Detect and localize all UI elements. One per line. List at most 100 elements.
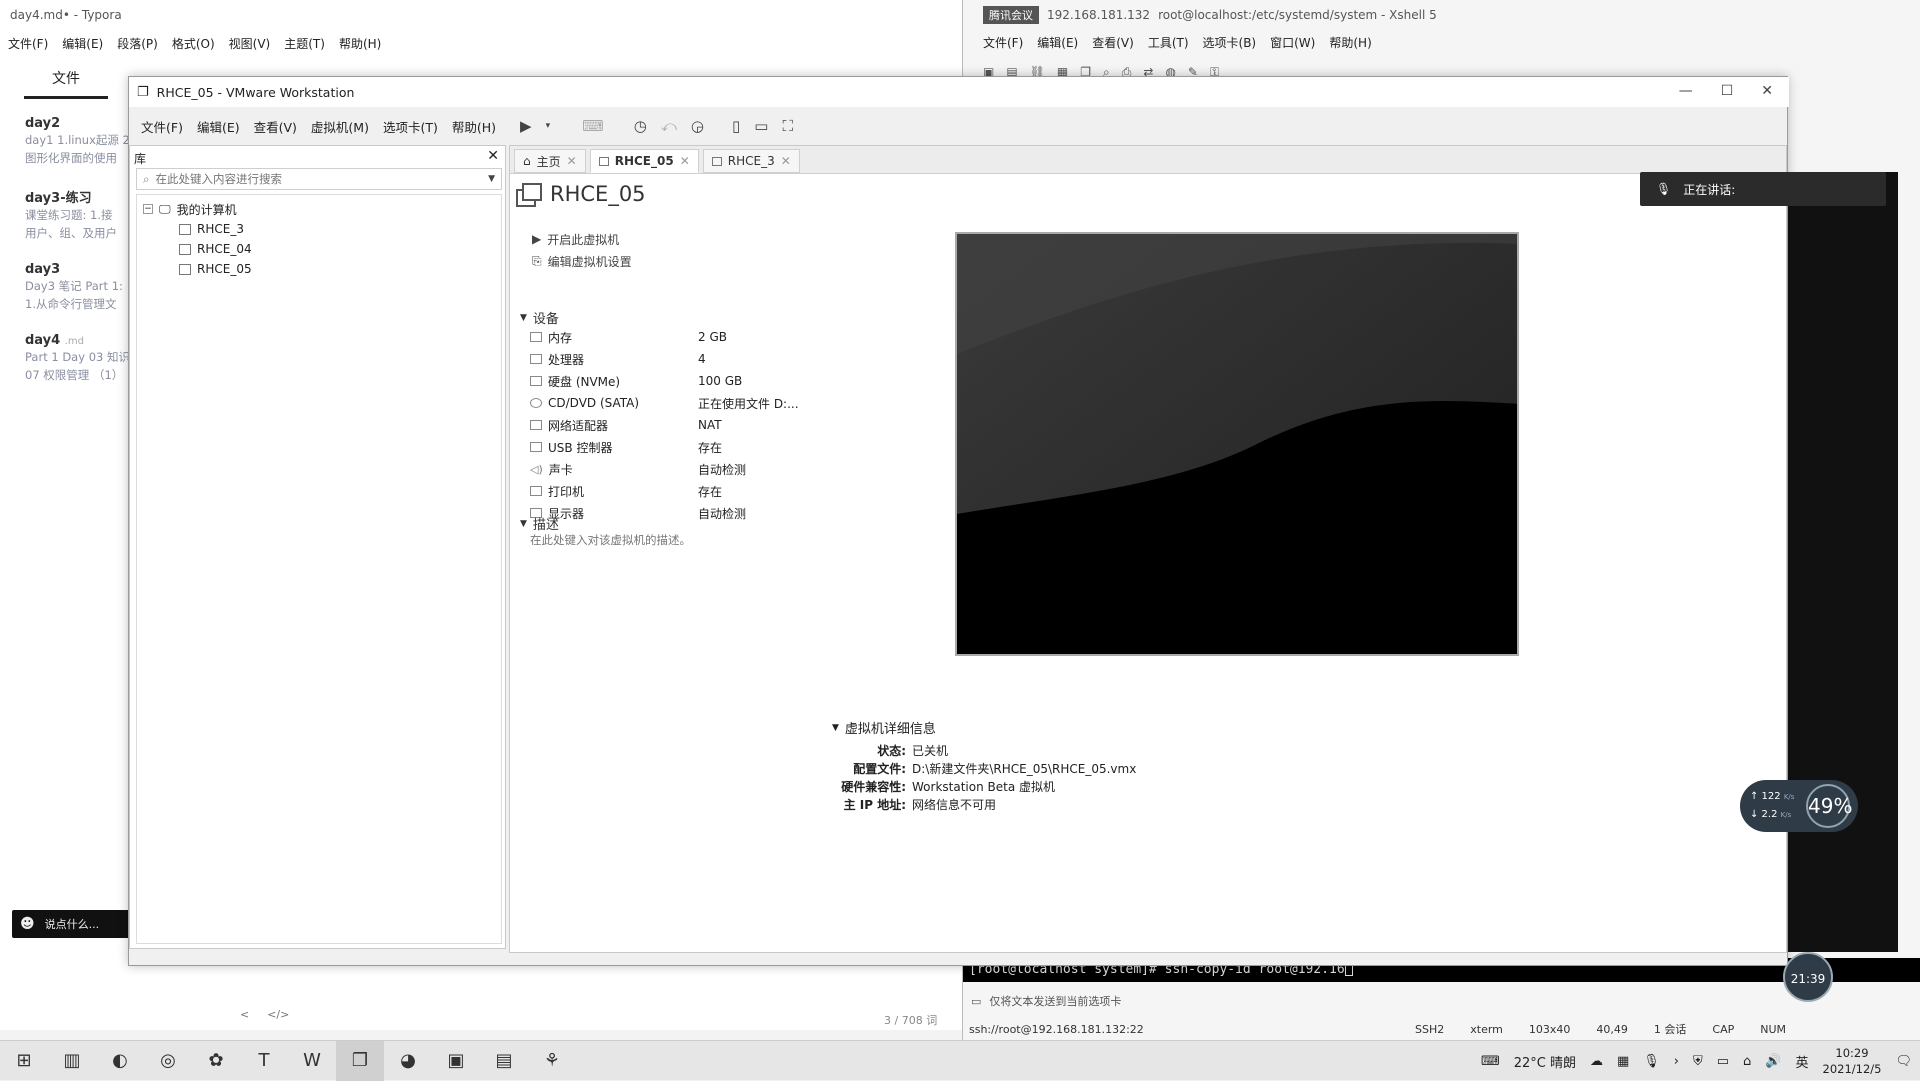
- tray-expand-icon[interactable]: ›: [1674, 1054, 1679, 1069]
- minimize-button[interactable]: —: [1679, 83, 1693, 99]
- tab-rhce-05[interactable]: RHCE_05 ✕: [589, 149, 699, 173]
- chevron-down-icon[interactable]: ▾: [546, 121, 551, 131]
- typora-menu-edit[interactable]: 编辑(E): [62, 35, 103, 52]
- xshell-icon[interactable]: ⚘: [528, 1041, 576, 1081]
- tab-home[interactable]: ⌂ 主页 ✕: [514, 149, 586, 173]
- vm-menu-help[interactable]: 帮助(H): [452, 117, 496, 136]
- typora-icon[interactable]: T: [240, 1041, 288, 1081]
- library-search-input[interactable]: [155, 172, 483, 186]
- wps-icon[interactable]: W: [288, 1041, 336, 1081]
- send-bar[interactable]: ▭ 仅将文本发送到当前选项卡: [963, 990, 1920, 1012]
- chrome-browser-icon[interactable]: ◎: [144, 1041, 192, 1081]
- power-on-vm-link[interactable]: ▶ 开启此虚拟机: [532, 228, 632, 250]
- clock[interactable]: 10:29 2021/12/5: [1823, 1045, 1882, 1077]
- app-notebook-icon[interactable]: ▥: [48, 1041, 96, 1081]
- close-button[interactable]: ✕: [1761, 83, 1773, 99]
- vmware-icon[interactable]: ❐: [336, 1040, 384, 1081]
- details-header[interactable]: ▼ 虚拟机详细信息: [832, 718, 1136, 737]
- cloud-icon[interactable]: ☁: [1590, 1054, 1603, 1069]
- battery-icon[interactable]: ▭: [1717, 1054, 1729, 1069]
- collapse-icon[interactable]: −: [143, 204, 153, 214]
- snapshot-icon[interactable]: ◷: [634, 117, 647, 135]
- device-printer[interactable]: 打印机 存在: [530, 480, 890, 502]
- typora-menu-file[interactable]: 文件(F): [8, 35, 48, 52]
- vm-menu-file[interactable]: 文件(F): [141, 117, 183, 136]
- file-item-day2[interactable]: day2 day1 1.linux起源 2 图形化界面的使用: [0, 96, 128, 167]
- thumbnail-bar-icon[interactable]: ▭: [754, 117, 768, 135]
- microphone-icon[interactable]: 🎙: [1643, 1054, 1660, 1069]
- network-icon[interactable]: ⌂: [1743, 1054, 1751, 1069]
- device-sound[interactable]: ◁) 声卡 自动检测: [530, 458, 890, 480]
- xshell-menu-window[interactable]: 窗口(W): [1270, 34, 1315, 51]
- weather-text[interactable]: 22°C 晴朗: [1514, 1052, 1576, 1071]
- show-library-icon[interactable]: ▯: [732, 117, 740, 135]
- ime-indicator[interactable]: 英: [1796, 1052, 1809, 1071]
- file-item-day4[interactable]: day4 .md Part 1 Day 03 知识 07 权限管理 （1）: [0, 313, 128, 384]
- xshell-menu-help[interactable]: 帮助(H): [1329, 34, 1371, 51]
- network-monitor-widget[interactable]: ↑ 122 K/s ↓ 2.2 K/s 49%: [1740, 780, 1858, 832]
- full-screen-icon[interactable]: ⛶: [782, 117, 793, 135]
- tree-root-my-computer[interactable]: − 🖵 我的计算机: [143, 199, 495, 219]
- xshell-menu-file[interactable]: 文件(F): [983, 34, 1023, 51]
- vm-screen-preview[interactable]: [955, 232, 1519, 656]
- device-display[interactable]: 显示器 自动检测: [530, 502, 890, 524]
- wechat-icon[interactable]: ◕: [384, 1041, 432, 1081]
- typora-menu-format[interactable]: 格式(O): [172, 35, 215, 52]
- vm-menu-view[interactable]: 查看(V): [254, 117, 297, 136]
- word-count[interactable]: 3 / 708 词: [884, 1012, 937, 1028]
- description-hint[interactable]: 在此处键入对该虚拟机的描述。: [530, 532, 691, 548]
- volume-icon[interactable]: 🔊: [1765, 1054, 1781, 1069]
- notification-icon[interactable]: 🗨: [1895, 1054, 1912, 1069]
- image-icon[interactable]: ▦: [1617, 1054, 1629, 1069]
- xshell-menu-tabs[interactable]: 选项卡(B): [1203, 34, 1257, 51]
- device-network[interactable]: 网络适配器 NAT: [530, 414, 890, 436]
- keyboard-icon[interactable]: ⌨: [1481, 1054, 1500, 1069]
- device-memory[interactable]: 内存 2 GB: [530, 326, 890, 348]
- vm-menu-tabs[interactable]: 选项卡(T): [383, 117, 438, 136]
- file-item-day3[interactable]: day3 Day3 笔记 Part 1: 1.从命令行管理文: [0, 242, 128, 313]
- tree-vm-rhce-04[interactable]: RHCE_04: [143, 239, 495, 259]
- send-keys-icon[interactable]: ⌨: [582, 117, 604, 135]
- meeting-timer[interactable]: 21:39: [1783, 952, 1833, 1002]
- device-hard-disk[interactable]: 硬盘 (NVMe) 100 GB: [530, 370, 890, 392]
- edit-vm-settings-link[interactable]: ⎘ 编辑虚拟机设置: [532, 250, 632, 272]
- xshell-menu-view[interactable]: 查看(V): [1092, 34, 1134, 51]
- snapshot-manager-icon[interactable]: ◶: [691, 117, 704, 135]
- vm-menu-vm[interactable]: 虚拟机(M): [311, 117, 369, 136]
- source-mode-button[interactable]: </>: [267, 1008, 289, 1021]
- tree-vm-rhce-3[interactable]: RHCE_3: [143, 219, 495, 239]
- edge-browser-icon[interactable]: ◐: [96, 1041, 144, 1081]
- library-close-icon[interactable]: ✕: [487, 148, 499, 164]
- device-cd-dvd[interactable]: CD/DVD (SATA) 正在使用文件 D:...: [530, 392, 890, 414]
- photos-icon[interactable]: ▣: [432, 1041, 480, 1081]
- tab-rhce-3[interactable]: RHCE_3 ✕: [702, 149, 800, 173]
- app-pinwheel-icon[interactable]: ✿: [192, 1041, 240, 1081]
- typora-menu-theme[interactable]: 主题(T): [284, 35, 325, 52]
- xshell-menu-edit[interactable]: 编辑(E): [1037, 34, 1078, 51]
- close-icon[interactable]: ✕: [680, 154, 690, 168]
- description-section-header[interactable]: ▼ 描述: [520, 514, 559, 533]
- typora-files-tab[interactable]: 文件: [24, 68, 108, 99]
- maximize-button[interactable]: ☐: [1721, 83, 1734, 99]
- toggle-sidebar-button[interactable]: <: [240, 1008, 249, 1021]
- power-on-icon[interactable]: ▶: [520, 117, 532, 135]
- device-processor[interactable]: 处理器 4: [530, 348, 890, 370]
- revert-snapshot-icon[interactable]: ⤺: [661, 117, 677, 135]
- file-item-day3-practice[interactable]: day3-练习 课堂练习题: 1.接 用户、组、及用户: [0, 167, 128, 242]
- file-explorer-icon[interactable]: ▤: [480, 1041, 528, 1081]
- typora-menu-view[interactable]: 视图(V): [229, 35, 271, 52]
- start-windows-icon[interactable]: ⊞: [0, 1041, 48, 1081]
- close-icon[interactable]: ✕: [567, 154, 577, 168]
- device-usb[interactable]: USB 控制器 存在: [530, 436, 890, 458]
- close-icon[interactable]: ✕: [781, 154, 791, 168]
- devices-section-header[interactable]: ▼ 设备: [520, 308, 559, 327]
- vm-menu-edit[interactable]: 编辑(E): [197, 117, 240, 136]
- xshell-menu-tools[interactable]: 工具(T): [1148, 34, 1189, 51]
- shield-icon[interactable]: ⛨: [1693, 1054, 1703, 1069]
- typora-menu-help[interactable]: 帮助(H): [339, 35, 381, 52]
- emoji-icon[interactable]: ☻: [20, 916, 35, 932]
- library-search[interactable]: ⌕ ▼: [136, 168, 502, 190]
- typora-menu-paragraph[interactable]: 段落(P): [117, 35, 158, 52]
- tree-vm-rhce-05[interactable]: RHCE_05: [143, 259, 495, 279]
- chevron-down-icon[interactable]: ▼: [488, 174, 495, 184]
